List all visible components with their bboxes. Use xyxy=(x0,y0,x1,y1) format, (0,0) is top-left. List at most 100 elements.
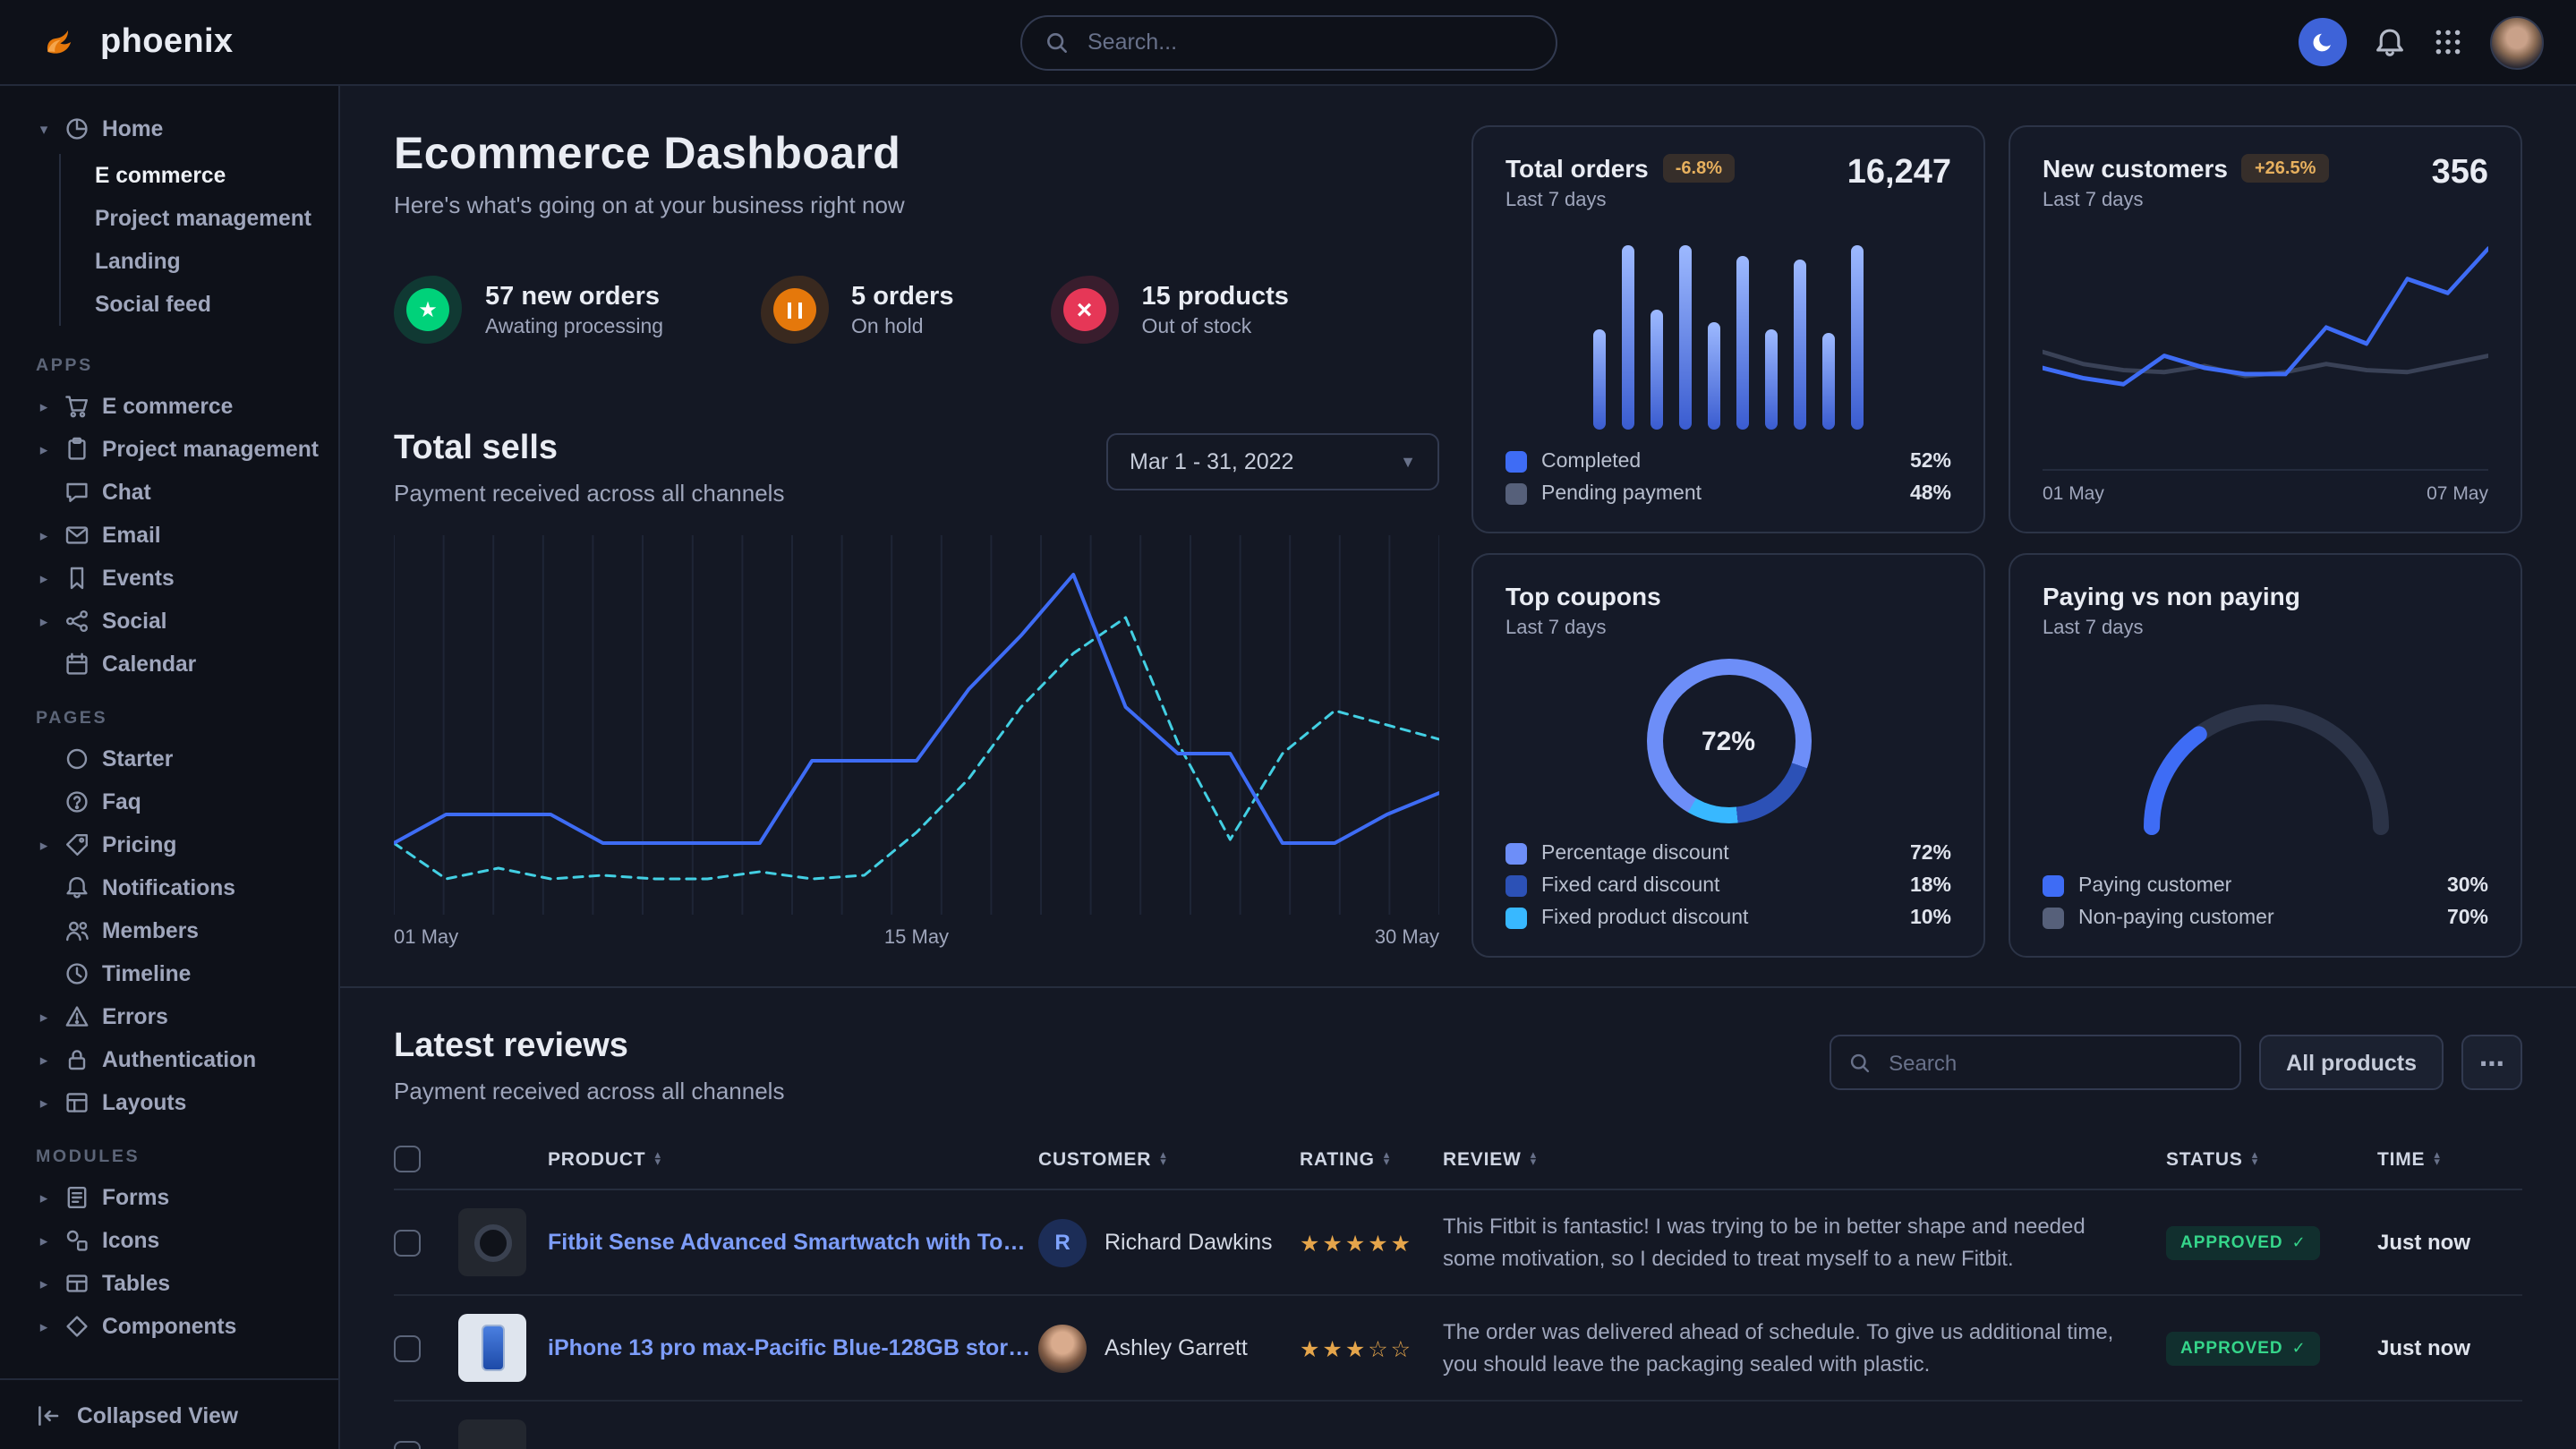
sidebar-item-calendar[interactable]: ▸Calendar xyxy=(0,643,338,686)
product-thumbnail[interactable] xyxy=(458,1314,526,1382)
sidebar-item-e-commerce[interactable]: E commerce xyxy=(95,154,338,197)
notifications-button[interactable] xyxy=(2374,26,2406,58)
sort-icon: ▴▾ xyxy=(2252,1153,2258,1167)
x-tick: 01 May xyxy=(2043,483,2104,505)
legend-value: 10% xyxy=(1910,908,1951,929)
sidebar-item-tables[interactable]: ▸Tables xyxy=(0,1262,338,1305)
main-content: Ecommerce Dashboard Here's what's going … xyxy=(340,86,2576,1449)
review-text: The order was delivered ahead of schedul… xyxy=(1443,1316,2166,1380)
user-avatar[interactable] xyxy=(2490,15,2544,69)
brand-logo[interactable]: phoenix xyxy=(39,20,234,64)
shapes-icon xyxy=(64,1228,90,1253)
sidebar-item-errors[interactable]: ▸Errors xyxy=(0,995,338,1038)
sidebar-item-label: Project management xyxy=(102,437,319,462)
global-search[interactable] xyxy=(1019,14,1557,70)
sidebar-section-label: MODULES xyxy=(0,1124,338,1176)
sidebar-item-project-management[interactable]: Project management xyxy=(95,197,338,240)
sidebar-item-layouts[interactable]: ▸Layouts xyxy=(0,1081,338,1124)
search-input[interactable] xyxy=(1084,28,1531,56)
gauge-track xyxy=(2151,712,2380,827)
caret-right-icon: ▸ xyxy=(36,1093,52,1112)
caret-right-icon: ▸ xyxy=(36,1317,52,1336)
rating-stars: ★★★☆☆ xyxy=(1300,1334,1443,1361)
sidebar-section-label: PAGES xyxy=(0,686,338,737)
sidebar-item-email[interactable]: ▸Email xyxy=(0,514,338,557)
bar xyxy=(1679,246,1692,430)
column-header-rating[interactable]: RATING▴▾ xyxy=(1300,1148,1443,1170)
pause-badge-icon xyxy=(760,276,828,344)
donut-center-label: 72% xyxy=(1702,726,1755,756)
theme-toggle-button[interactable] xyxy=(2299,18,2347,66)
more-options-button[interactable]: ⋯ xyxy=(2461,1035,2522,1090)
reviews-search[interactable] xyxy=(1830,1035,2241,1090)
product-link[interactable]: Fitbit Sense Advanced Smartwatch with To… xyxy=(548,1230,1038,1255)
column-label: RATING xyxy=(1300,1148,1375,1170)
date-range-value: Mar 1 - 31, 2022 xyxy=(1130,449,1293,474)
table-icon xyxy=(64,1271,90,1296)
apps-grid-button[interactable] xyxy=(2433,27,2463,57)
sidebar-item-notifications[interactable]: ▸Notifications xyxy=(0,866,338,909)
sidebar-item-chat[interactable]: ▸Chat xyxy=(0,471,338,514)
legend-value: 72% xyxy=(1910,843,1951,865)
product-thumbnail[interactable] xyxy=(458,1208,526,1276)
bookmark-icon xyxy=(64,566,90,591)
warning-icon xyxy=(64,1004,90,1029)
column-header-status[interactable]: STATUS ▴▾ xyxy=(2166,1148,2377,1170)
sidebar-item-pricing[interactable]: ▸Pricing xyxy=(0,823,338,866)
sidebar-item-social[interactable]: ▸Social xyxy=(0,600,338,643)
card-value: 356 xyxy=(2432,154,2488,193)
sidebar-item-starter[interactable]: ▸Starter xyxy=(0,737,338,780)
column-label: STATUS xyxy=(2166,1148,2243,1170)
stat-value: 5 orders xyxy=(851,282,953,311)
column-header-time[interactable]: TIME▴▾ xyxy=(2377,1148,2522,1170)
row-checkbox[interactable] xyxy=(394,1334,421,1361)
tag-icon xyxy=(64,832,90,857)
date-range-select[interactable]: Mar 1 - 31, 2022 ▼ xyxy=(1106,433,1439,490)
card-value: 16,247 xyxy=(1847,154,1951,193)
legend-label: Paying customer xyxy=(2078,875,2231,897)
sidebar-item-events[interactable]: ▸Events xyxy=(0,557,338,600)
sidebar-item-faq[interactable]: ▸Faq xyxy=(0,780,338,823)
cross-badge-icon: × xyxy=(1051,276,1119,344)
status-badge: APPROVED✓ xyxy=(2166,1332,2321,1366)
top-coupons-card: Top coupons Last 7 days 72% Percentage d… xyxy=(1471,553,1985,958)
sidebar-item-e-commerce[interactable]: ▸E commerce xyxy=(0,385,338,428)
column-header-customer[interactable]: CUSTOMER▴▾ xyxy=(1038,1148,1300,1170)
all-products-button[interactable]: All products xyxy=(2259,1035,2444,1090)
sidebar-item-landing[interactable]: Landing xyxy=(95,240,338,283)
row-checkbox[interactable] xyxy=(394,1440,421,1449)
sidebar-item-icons[interactable]: ▸Icons xyxy=(0,1219,338,1262)
paying-legend: Paying customer30%Non-paying customer70% xyxy=(2043,875,2488,929)
row-checkbox[interactable] xyxy=(394,1229,421,1256)
question-icon xyxy=(64,789,90,814)
product-link[interactable]: iPhone 13 pro max-Pacific Blue-128GB sto… xyxy=(548,1335,1038,1360)
sidebar-item-home[interactable]: ▾ Home xyxy=(0,107,338,150)
sidebar: ▾ Home E commerceProject managementLandi… xyxy=(0,86,340,1449)
total-sells-x-axis: 01 May 15 May 30 May xyxy=(394,927,1439,949)
legend-row: Paying customer30% xyxy=(2043,875,2488,897)
sidebar-item-social-feed[interactable]: Social feed xyxy=(95,283,338,326)
caret-right-icon: ▸ xyxy=(36,525,52,545)
sidebar-item-label: Components xyxy=(102,1314,236,1339)
sidebar-item-components[interactable]: ▸ Components xyxy=(0,1305,338,1348)
collapse-view-button[interactable]: Collapsed View xyxy=(0,1378,338,1449)
customer-avatar: R xyxy=(1038,1218,1087,1266)
bar xyxy=(1708,321,1720,430)
sidebar-item-project-management[interactable]: ▸Project management xyxy=(0,428,338,471)
cart-icon xyxy=(64,394,90,419)
sidebar-item-timeline[interactable]: ▸Timeline xyxy=(0,952,338,995)
reviews-table-head: PRODUCT▴▾CUSTOMER▴▾RATING▴▾REVIEW▴▾STATU… xyxy=(394,1129,2522,1190)
top-coupons-legend: Percentage discount72%Fixed card discoun… xyxy=(1506,843,1951,929)
share-icon xyxy=(64,609,90,634)
reviews-search-input[interactable] xyxy=(1885,1048,2222,1077)
sidebar-item-forms[interactable]: ▸Forms xyxy=(0,1176,338,1219)
sidebar-item-members[interactable]: ▸Members xyxy=(0,909,338,952)
sidebar-item-label: E commerce xyxy=(102,394,233,419)
sidebar-item-authentication[interactable]: ▸Authentication xyxy=(0,1038,338,1081)
select-all-checkbox[interactable] xyxy=(394,1146,421,1172)
legend-value: 48% xyxy=(1910,483,1951,505)
stat-value: 15 products xyxy=(1142,282,1289,311)
dashboard-left-column: Ecommerce Dashboard Here's what's going … xyxy=(394,125,1439,958)
column-header-review[interactable]: REVIEW▴▾ xyxy=(1443,1148,2166,1170)
column-header-product[interactable]: PRODUCT▴▾ xyxy=(458,1148,1038,1170)
